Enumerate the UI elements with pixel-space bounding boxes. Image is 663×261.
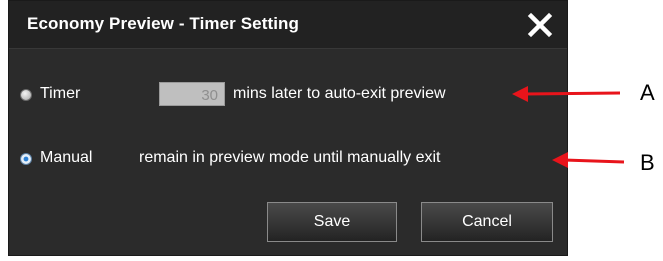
screenshot-stage: Economy Preview - Timer Setting Timer mi… xyxy=(0,0,663,261)
timer-description: mins later to auto-exit preview xyxy=(233,85,446,102)
manual-description: remain in preview mode until manually ex… xyxy=(139,149,441,166)
timer-setting-dialog: Economy Preview - Timer Setting Timer mi… xyxy=(8,0,568,256)
dialog-title: Economy Preview - Timer Setting xyxy=(27,14,300,33)
manual-option-row: Manual remain in preview mode until manu… xyxy=(9,146,567,176)
timer-radio-label[interactable]: Timer xyxy=(40,85,80,103)
manual-radio-label[interactable]: Manual xyxy=(40,149,92,167)
timer-radio[interactable] xyxy=(20,89,32,101)
annotation-label-a: A xyxy=(640,80,655,105)
save-button[interactable]: Save xyxy=(267,202,397,242)
timer-minutes-input[interactable] xyxy=(159,82,225,106)
timer-option-row: Timer mins later to auto-exit preview xyxy=(9,82,567,112)
annotation-label-b: B xyxy=(640,150,655,175)
manual-radio[interactable] xyxy=(20,153,32,165)
annotation-arrow-b xyxy=(552,152,625,168)
close-icon[interactable] xyxy=(523,8,557,42)
cancel-button[interactable]: Cancel xyxy=(421,202,553,242)
dialog-titlebar: Economy Preview - Timer Setting xyxy=(9,1,567,49)
annotation-arrow-a xyxy=(512,86,621,102)
